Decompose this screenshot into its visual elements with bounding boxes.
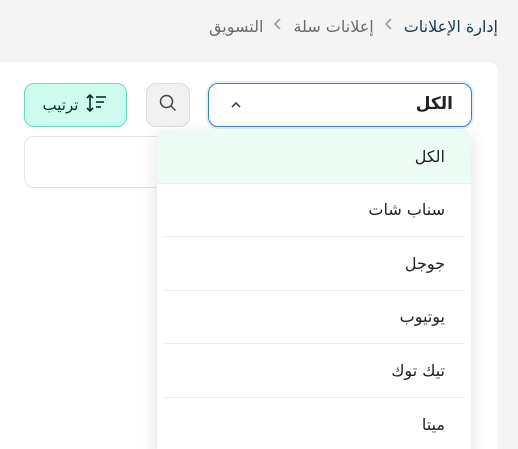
select-value: الكل bbox=[415, 94, 453, 114]
option-meta[interactable]: ميتا bbox=[163, 398, 465, 449]
search-icon bbox=[158, 93, 178, 117]
sort-icon bbox=[86, 92, 108, 118]
breadcrumb-salla-ads[interactable]: إعلانات سلة bbox=[293, 17, 373, 36]
platform-filter-select[interactable]: الكل bbox=[208, 83, 472, 127]
chevron-left-icon bbox=[273, 17, 283, 35]
sort-button[interactable]: ترتيب bbox=[24, 83, 127, 127]
chevron-left-icon bbox=[384, 17, 394, 35]
breadcrumb: التسويق إعلانات سلة إدارة الإعلانات bbox=[209, 14, 498, 38]
breadcrumb-marketing[interactable]: التسويق bbox=[209, 17, 263, 36]
option-snapchat[interactable]: سناب شات bbox=[163, 184, 465, 237]
option-all[interactable]: الكل bbox=[157, 130, 471, 184]
option-google[interactable]: جوجل bbox=[163, 237, 465, 291]
platform-dropdown-menu: الكل سناب شات جوجل يوتيوب تيك توك ميتا bbox=[157, 130, 471, 449]
chevron-up-icon bbox=[229, 97, 243, 111]
option-youtube[interactable]: يوتيوب bbox=[163, 291, 465, 344]
sort-label: ترتيب bbox=[42, 96, 79, 114]
breadcrumb-ads-management: إدارة الإعلانات bbox=[403, 16, 498, 36]
search-button[interactable] bbox=[146, 83, 190, 127]
option-tiktok[interactable]: تيك توك bbox=[163, 344, 465, 398]
